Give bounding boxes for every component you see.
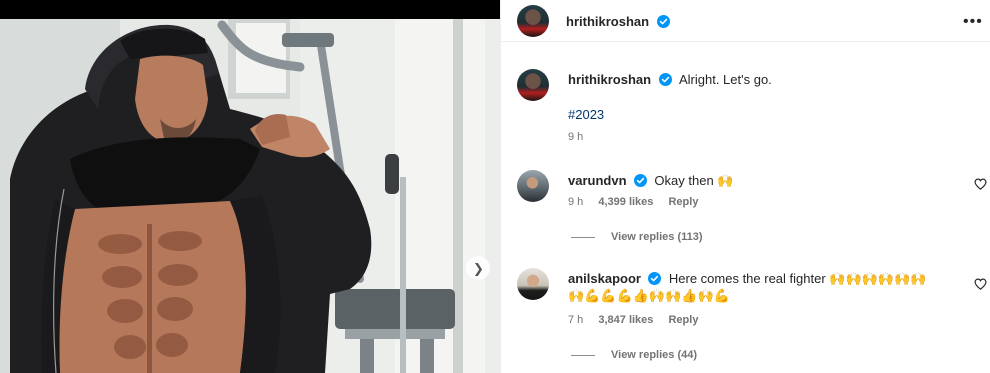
caption-author-username[interactable]: hrithikroshan (568, 72, 651, 87)
photo-top-bar (0, 0, 500, 19)
commenter-avatar[interactable] (517, 268, 549, 300)
heart-outline-icon[interactable] (974, 178, 987, 190)
view-replies-label: View replies (113) (611, 231, 703, 243)
comment-line: anilskapoor Here comes the real fighter … (568, 270, 926, 288)
caption-time: 9 h (568, 131, 584, 143)
replies-divider-line (571, 236, 595, 238)
verified-badge-icon (656, 15, 670, 28)
post-photo: ❯ (0, 0, 500, 373)
comment-meta: 7 h 3,847 likes Reply (568, 314, 698, 326)
caption-text: Alright. Let's go. (678, 72, 772, 87)
author-name-row: hrithikroshan (566, 13, 670, 31)
post-side-panel: hrithikroshan ••• hrithikroshan Alright.… (500, 0, 990, 373)
comment-text-line2: 🙌💪💪💪👍🙌🙌👍🙌💪 (568, 288, 730, 303)
view-replies-label: View replies (44) (611, 349, 698, 361)
comment-text: Okay then 🙌 (654, 173, 734, 188)
commenter-username[interactable]: anilskapoor (568, 271, 641, 286)
replies-divider-line (571, 354, 595, 356)
gym-photo-illustration (0, 19, 500, 373)
verified-badge-icon (633, 174, 647, 187)
heart-outline-icon[interactable] (974, 278, 987, 290)
chevron-right-icon: ❯ (473, 260, 484, 276)
comment-reply-button[interactable]: Reply (668, 314, 698, 326)
caption-hashtag[interactable]: #2023 (568, 107, 604, 122)
comment-meta: 9 h 4,399 likes Reply (568, 196, 698, 208)
commenter-avatar[interactable] (517, 170, 549, 202)
view-replies-button[interactable]: View replies (113) (571, 231, 703, 243)
more-options-icon[interactable]: ••• (963, 14, 983, 30)
author-avatar[interactable] (517, 5, 549, 37)
view-replies-button[interactable]: View replies (44) (571, 349, 697, 361)
verified-badge-icon (648, 272, 662, 285)
verified-badge-icon (658, 73, 672, 86)
caption-line: hrithikroshan Alright. Let's go. (568, 71, 772, 89)
author-username[interactable]: hrithikroshan (566, 14, 649, 29)
comment-time: 9 h (568, 196, 584, 208)
commenter-username[interactable]: varundvn (568, 173, 627, 188)
comment-likes[interactable]: 3,847 likes (598, 314, 653, 326)
next-photo-button[interactable]: ❯ (466, 256, 490, 280)
comment-text: Here comes the real fighter 🙌🙌🙌🙌🙌🙌 (668, 271, 927, 286)
comment-likes[interactable]: 4,399 likes (598, 196, 653, 208)
comment-reply-button[interactable]: Reply (668, 196, 698, 208)
post-header: hrithikroshan ••• (501, 0, 990, 42)
comment-line: varundvn Okay then 🙌 (568, 172, 733, 190)
comment-time: 7 h (568, 314, 584, 326)
caption-author-avatar[interactable] (517, 69, 549, 101)
